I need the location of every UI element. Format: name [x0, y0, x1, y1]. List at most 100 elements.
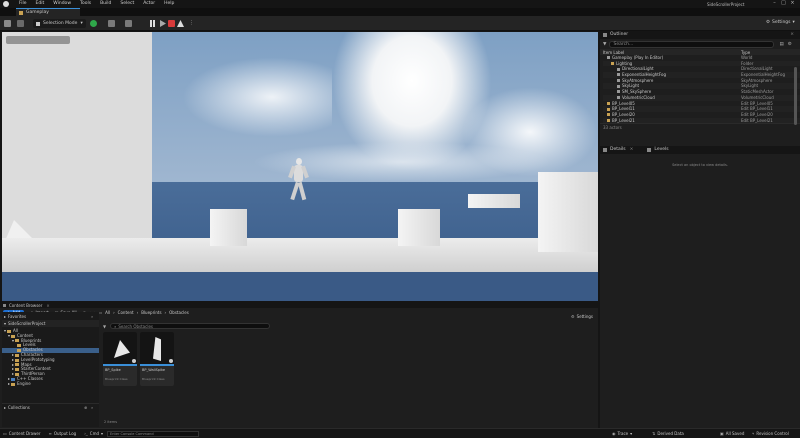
level-viewport[interactable]: [2, 32, 598, 301]
maximize-icon[interactable]: □: [779, 0, 788, 6]
close-icon[interactable]: ×: [790, 31, 794, 39]
collections-header[interactable]: ▸ Collections ⊕ ⌕: [2, 403, 99, 411]
project-name: SideScrollerProject: [707, 1, 745, 7]
derived-data-icon: ⇅: [652, 431, 656, 436]
search-icon[interactable]: ⌕: [91, 405, 93, 410]
search-icon: ⌕: [114, 323, 117, 329]
settings-button[interactable]: ⚙ Settings ▾: [766, 20, 795, 25]
project-label: SideScrollerProject: [8, 321, 46, 326]
derived-data-button[interactable]: ⇅ Derived Data: [652, 431, 684, 436]
add-actor-icon[interactable]: [90, 20, 97, 27]
gear-icon[interactable]: ⚙: [788, 42, 792, 47]
filter-icon[interactable]: ▼: [603, 42, 606, 47]
viewport-options[interactable]: [6, 36, 70, 44]
cmd-dropdown[interactable]: ›_ Cmd ▾: [84, 431, 103, 436]
outliner-row[interactable]: BP_Level21 Edit BP_Level21: [603, 117, 800, 123]
eject-icon[interactable]: [177, 20, 184, 27]
chevron-right-icon: ▸: [4, 405, 7, 410]
more-options-icon[interactable]: ⋮: [189, 20, 194, 26]
outliner-row-type[interactable]: Edit BP_Level21: [741, 118, 796, 123]
close-icon[interactable]: ×: [630, 146, 634, 154]
content-browser-title: Content Browser: [9, 302, 43, 308]
menu-item-file[interactable]: File: [19, 1, 27, 6]
outliner-scrollbar[interactable]: [794, 67, 797, 125]
save-icon[interactable]: [4, 20, 11, 27]
blueprint-badge-icon: [169, 359, 173, 363]
output-log-button[interactable]: ≡ Output Log: [49, 431, 77, 436]
menu-item-tools[interactable]: Tools: [80, 1, 91, 6]
details-icon: [603, 148, 607, 152]
ocean-foreground: [2, 272, 598, 301]
content-icon[interactable]: [17, 20, 24, 27]
column-item-label[interactable]: Item Label: [603, 50, 741, 55]
asset-grid: BP_Spike Blueprint Class BP_WallSpike Bl…: [103, 332, 174, 386]
step-icon[interactable]: [160, 20, 166, 27]
stop-icon[interactable]: [168, 20, 175, 27]
cb-settings-button[interactable]: ⚙ Settings: [571, 314, 593, 319]
menu-item-window[interactable]: Window: [53, 1, 71, 6]
cloud: [182, 57, 332, 137]
actor-icon: [617, 67, 620, 71]
content-drawer-button[interactable]: ▭ Content Drawer: [3, 431, 41, 436]
pause-icon[interactable]: [150, 20, 152, 27]
tab-details[interactable]: Details ×: [603, 146, 633, 154]
column-type[interactable]: Type: [741, 50, 750, 55]
search-icon[interactable]: ⌕: [91, 314, 93, 319]
asset-tile[interactable]: BP_WallSpike Blueprint Class: [140, 332, 174, 386]
cursor-icon: [36, 21, 40, 26]
console-placeholder: Enter Console Command: [110, 431, 154, 436]
breadcrumb-item[interactable]: Blueprints: [141, 310, 161, 315]
breadcrumb-item[interactable]: Content: [118, 310, 134, 315]
trace-button[interactable]: ◉ Trace ▾: [612, 431, 632, 436]
breadcrumb-item[interactable]: Obstacles: [169, 310, 189, 315]
favorites-header[interactable]: ▸ Favorites ⌕: [2, 312, 99, 320]
folder-tree-item[interactable]: ▸ Engine: [2, 381, 99, 387]
project-header[interactable]: ▾ SideScrollerProject: [2, 320, 99, 327]
outliner-search-input[interactable]: Search...: [609, 40, 775, 48]
spike-thumbnail: [103, 332, 137, 364]
wall-spike-thumbnail: [140, 332, 174, 364]
menu-item-select[interactable]: Select: [120, 1, 134, 6]
menu-item-help[interactable]: Help: [164, 1, 174, 6]
cinematics-icon[interactable]: [125, 20, 132, 27]
filter-icon[interactable]: ▼: [103, 324, 106, 329]
tab-levels[interactable]: Levels: [647, 146, 669, 154]
menu-item-edit[interactable]: Edit: [36, 1, 45, 6]
close-icon[interactable]: ×: [788, 0, 797, 6]
breadcrumb-item[interactable]: All: [105, 310, 110, 315]
asset-search-input[interactable]: ⌕ Search Obstacles: [110, 323, 271, 329]
mode-dropdown[interactable]: Selection Mode ▾: [33, 19, 86, 28]
tab-level[interactable]: Gameplay: [16, 8, 80, 16]
menu-item-build[interactable]: Build: [100, 1, 111, 6]
trace-label: Trace: [617, 431, 629, 436]
add-collection-icon[interactable]: ⊕: [84, 405, 87, 410]
folder-icon: [611, 62, 614, 66]
asset-type: Blueprint Class: [105, 377, 128, 381]
folder-icon: [15, 353, 20, 357]
menu-item-actor[interactable]: Actor: [143, 1, 155, 6]
console-icon: ›_: [84, 431, 88, 436]
add-filter-icon[interactable]: ▤: [779, 42, 783, 47]
cube-obstacle: [398, 209, 440, 246]
tall-block: [538, 172, 598, 252]
folder-icon: [15, 358, 20, 362]
folder-icon: [15, 339, 20, 343]
console-input[interactable]: Enter Console Command: [107, 430, 200, 437]
asset-tile[interactable]: BP_Spike Blueprint Class: [103, 332, 137, 386]
chevron-icon: ▾: [4, 328, 7, 333]
minimize-icon[interactable]: –: [770, 0, 779, 6]
blueprint-icon[interactable]: [108, 20, 115, 27]
close-icon[interactable]: ×: [46, 303, 49, 308]
revision-control-button[interactable]: ⑂ Revision Control: [752, 431, 789, 436]
outliner-toolbar: ▼ Search... ▤ ⚙: [600, 39, 800, 49]
asset-name: BP_WallSpike: [142, 368, 166, 372]
all-saved-button[interactable]: ▣ All Saved: [720, 431, 744, 436]
chevron-icon: ▾: [8, 332, 11, 338]
level-icon: [19, 11, 23, 15]
wall-block: [2, 32, 152, 244]
level-tab-label: Gameplay: [26, 10, 49, 15]
actor-icon: [617, 73, 620, 77]
breadcrumb-separator-icon: ›: [136, 310, 139, 315]
floor-platform: [2, 238, 598, 272]
chevron-down-icon: ▾: [630, 431, 633, 436]
